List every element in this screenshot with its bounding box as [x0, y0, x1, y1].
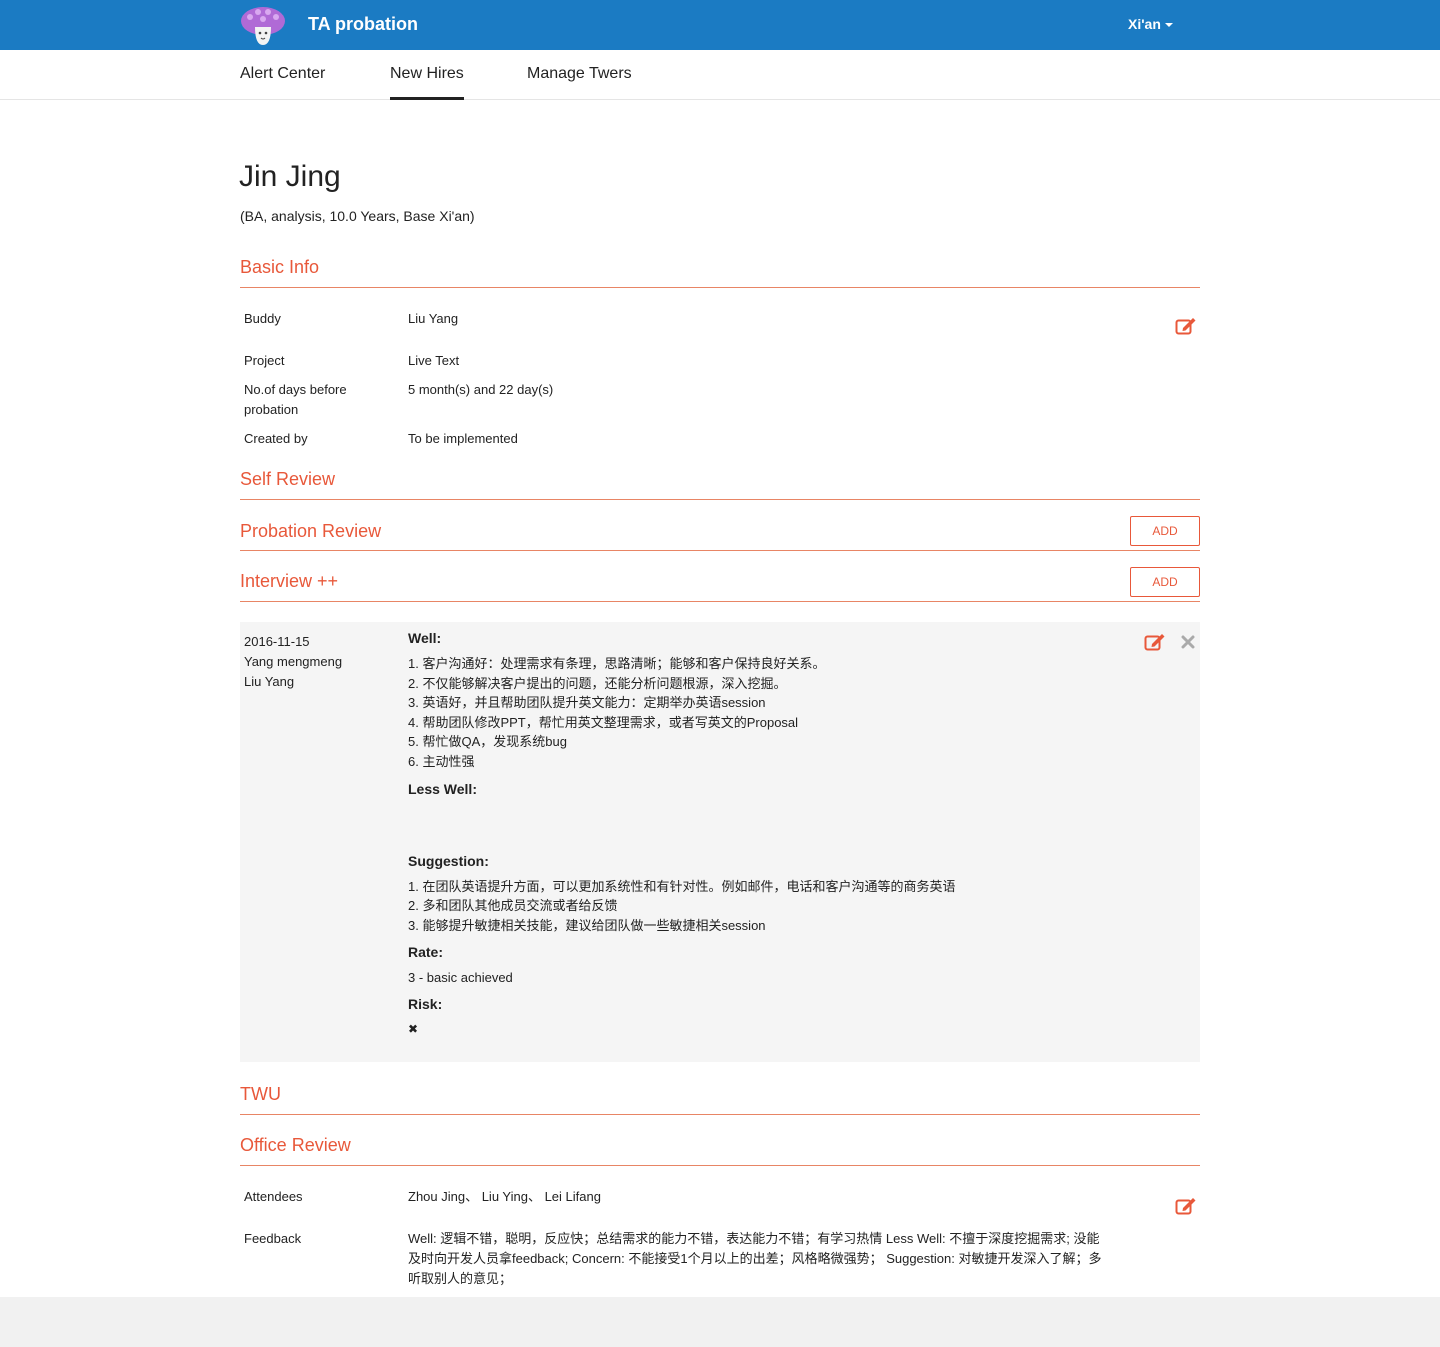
less-well-title: Less Well: — [408, 780, 477, 797]
section-title: Probation Review — [240, 521, 382, 541]
well-list: 1. 客户沟通好：处理需求有条理，思路清晰；能够和客户保持良好关系。 2. 不仅… — [408, 654, 1128, 772]
attendees-label: Attendees — [244, 1189, 303, 1204]
delete-interview-icon[interactable] — [1180, 634, 1196, 650]
rate-title: Rate: — [408, 944, 444, 961]
suggestion-item: 2. 多和团队其他成员交流或者给反馈 — [408, 898, 618, 914]
feedback-line: Well: 逻辑不错，聪明，反应快；总结需求的能力不错，表达能力不错；有学习热情… — [408, 1231, 1100, 1246]
person-subtitle: (BA, analysis, 10.0 Years, Base Xi'an) — [240, 208, 475, 224]
project-value: Live Text — [408, 353, 460, 368]
feedback-line: 听取别人的意见； — [408, 1271, 513, 1286]
self-review-header: Self Review — [240, 466, 1200, 500]
well-item: 4. 帮助团队修改PPT，帮忙用英文整理需求，或者写英文的Proposal — [408, 714, 799, 730]
suggestion-item: 3. 能够提升敏捷相关技能，建议给团队做一些敏捷相关session — [408, 917, 766, 933]
section-title: Office Review — [240, 1135, 351, 1155]
section-title: TWU — [240, 1084, 281, 1104]
risk-title: Risk: — [408, 995, 443, 1012]
project-label: Project — [244, 353, 285, 368]
feedback-label: Feedback — [244, 1231, 302, 1246]
days-before-probation-value: 5 month(s) and 22 day(s) — [408, 382, 554, 397]
office-review-header: Office Review — [240, 1132, 1200, 1166]
city-label: Xi'an — [1128, 16, 1161, 32]
city-dropdown[interactable]: Xi'an — [1128, 16, 1173, 32]
well-item: 1. 客户沟通好：处理需求有条理，思路清晰；能够和客户保持良好关系。 — [408, 656, 826, 671]
edit-office-review-icon[interactable] — [1175, 1196, 1197, 1216]
interview-card: 2016-11-15 Yang mengmeng Liu Yang Well: … — [240, 622, 1200, 1062]
buddy-label: Buddy — [244, 311, 281, 326]
well-item: 3. 英语好，并且帮助团队提升英文能力：定期举办英语session — [408, 695, 766, 711]
nav-alert-center[interactable]: Alert Center — [240, 65, 325, 83]
buddy-value: Liu Yang — [408, 311, 459, 326]
edit-icon[interactable] — [1175, 316, 1197, 336]
well-item: 6. 主动性强 — [408, 753, 475, 769]
edit-interview-icon[interactable] — [1144, 632, 1166, 652]
created-by-value: To be implemented — [408, 431, 518, 446]
risk-x-icon: ✖ — [408, 1021, 419, 1036]
rate-value: 3 - basic achieved — [408, 970, 513, 986]
interview-date: 2016-11-15 — [244, 634, 310, 649]
feedback-line: 及时向开发人员拿feedback; Concern: 不能接受1个月以上的出差；… — [408, 1251, 1102, 1266]
probation-review-header: Probation Review ADD — [240, 514, 1200, 551]
top-bar: TA probation Xi'an — [0, 0, 1440, 50]
twu-header: TWU — [240, 1080, 1200, 1115]
interview-meta: 2016-11-15 Yang mengmeng Liu Yang — [244, 632, 342, 692]
feedback-value: Well: 逻辑不错，聪明，反应快；总结需求的能力不错，表达能力不错；有学习热情… — [408, 1229, 1128, 1289]
add-probation-review-button[interactable]: ADD — [1130, 516, 1200, 546]
mushroom-logo-icon[interactable] — [240, 5, 286, 47]
days-before-probation-label: No.of days before probation — [244, 382, 347, 417]
well-item: 2. 不仅能够解决客户提出的问题，还能分析问题根源，深入挖掘。 — [408, 675, 787, 691]
nav-manage-twers[interactable]: Manage Twers — [527, 65, 632, 83]
section-title: Self Review — [240, 469, 336, 489]
section-title: Interview ++ — [240, 571, 339, 591]
interview-header: Interview ++ ADD — [240, 564, 1200, 602]
caret-down-icon — [1164, 23, 1173, 28]
attendees-value: Zhou Jing、 Liu Ying、 Lei Lifang — [408, 1189, 601, 1204]
well-title: Well: — [408, 630, 442, 646]
footer — [0, 1297, 1440, 1347]
add-interview-button[interactable]: ADD — [1130, 567, 1200, 597]
person-name: Jin Jing — [239, 160, 341, 193]
section-title: Basic Info — [240, 257, 320, 277]
suggestion-list: 1. 在团队英语提升方面，可以更加系统性和有针对性。例如邮件，电话和客户沟通等的… — [408, 877, 1128, 936]
main-nav: Alert Center New Hires Manage Twers — [0, 50, 1440, 100]
buddy-name: Liu Yang — [244, 674, 295, 689]
app-title[interactable]: TA probation — [308, 14, 418, 35]
suggestion-item: 1. 在团队英语提升方面，可以更加系统性和有针对性。例如邮件，电话和客户沟通等的… — [408, 878, 956, 894]
basic-info-header: Basic Info — [240, 255, 1200, 288]
well-item: 5. 帮忙做QA，发现系统bug — [408, 734, 567, 750]
interviewer-name: Yang mengmeng — [244, 654, 343, 669]
nav-new-hires[interactable]: New Hires — [390, 65, 464, 100]
created-by-label: Created by — [244, 431, 308, 446]
interview-body: Well: 1. 客户沟通好：处理需求有条理，思路清晰；能够和客户保持良好关系。… — [408, 630, 1128, 1040]
suggestion-title: Suggestion: — [408, 852, 489, 869]
